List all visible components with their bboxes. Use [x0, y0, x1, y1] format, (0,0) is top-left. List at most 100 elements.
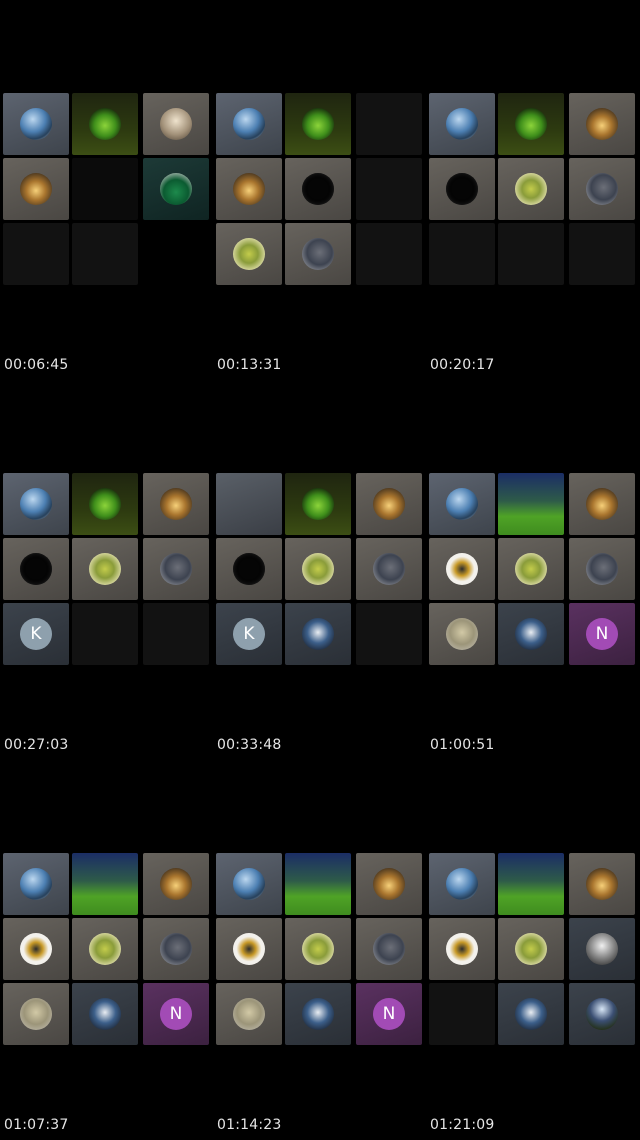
participant-tile[interactable]	[143, 918, 209, 980]
participant-tile[interactable]	[498, 603, 564, 665]
participant-tile[interactable]	[498, 983, 564, 1045]
participant-tile[interactable]	[216, 93, 282, 155]
participant-tile[interactable]	[498, 158, 564, 220]
participant-tile[interactable]	[285, 538, 351, 600]
participant-tile[interactable]: N	[143, 983, 209, 1045]
participant-tile[interactable]	[72, 473, 138, 535]
participant-tile[interactable]	[72, 538, 138, 600]
participant-avatar	[302, 933, 334, 965]
participant-tile[interactable]	[356, 158, 422, 220]
participant-tile[interactable]	[429, 473, 495, 535]
participant-tile[interactable]: K	[216, 603, 282, 665]
participant-tile[interactable]	[429, 538, 495, 600]
participant-tile[interactable]	[3, 538, 69, 600]
participant-tile[interactable]: N	[356, 983, 422, 1045]
participant-tile[interactable]	[72, 918, 138, 980]
participant-tile[interactable]	[569, 918, 635, 980]
participant-tile[interactable]	[3, 983, 69, 1045]
participant-tile[interactable]	[3, 93, 69, 155]
participant-tile[interactable]	[429, 918, 495, 980]
call-grid-snapshot: K 00:33:48	[216, 380, 426, 760]
participant-tile[interactable]	[569, 538, 635, 600]
participant-tile[interactable]	[216, 853, 282, 915]
participant-tile[interactable]	[356, 223, 422, 285]
participant-tile[interactable]	[143, 538, 209, 600]
participant-tile[interactable]	[72, 223, 138, 285]
participant-tile[interactable]	[429, 158, 495, 220]
participant-tile[interactable]	[569, 853, 635, 915]
participant-tile[interactable]	[3, 223, 69, 285]
participant-avatar	[446, 173, 478, 205]
participant-tile[interactable]	[3, 918, 69, 980]
participant-tile[interactable]	[72, 158, 138, 220]
participant-tile[interactable]	[216, 983, 282, 1045]
participant-tile[interactable]	[356, 538, 422, 600]
participant-tile[interactable]: N	[569, 603, 635, 665]
participant-tile[interactable]	[143, 473, 209, 535]
participant-tile[interactable]	[143, 603, 209, 665]
participant-avatar	[373, 868, 405, 900]
participant-tile[interactable]	[429, 603, 495, 665]
participant-tile[interactable]	[216, 918, 282, 980]
participant-tile[interactable]: K	[3, 603, 69, 665]
participant-tile[interactable]	[356, 473, 422, 535]
timestamp-label: 01:07:37	[4, 1117, 69, 1133]
avatar-initial: N	[382, 1004, 396, 1024]
timestamp-label: 00:20:17	[430, 357, 495, 373]
participant-tile[interactable]	[285, 983, 351, 1045]
participant-avatar	[373, 933, 405, 965]
participant-tile[interactable]	[285, 158, 351, 220]
timestamp-label: 00:06:45	[4, 357, 69, 373]
participant-tile[interactable]	[143, 853, 209, 915]
call-grid-snapshot: 00:13:31	[216, 0, 426, 380]
participant-tile[interactable]	[498, 223, 564, 285]
participant-avatar	[233, 998, 265, 1030]
participant-tile[interactable]	[3, 853, 69, 915]
participant-avatar	[20, 868, 52, 900]
participant-tile[interactable]	[569, 473, 635, 535]
participant-tile[interactable]	[216, 538, 282, 600]
participant-tile[interactable]	[356, 93, 422, 155]
participant-tile[interactable]	[285, 93, 351, 155]
participant-tile[interactable]	[429, 223, 495, 285]
participant-tile[interactable]	[72, 853, 138, 915]
participant-avatar: N	[160, 998, 192, 1030]
participant-tile[interactable]	[356, 918, 422, 980]
participant-tile[interactable]	[72, 983, 138, 1045]
participant-tile[interactable]	[498, 93, 564, 155]
participant-tile[interactable]	[569, 158, 635, 220]
participant-tile[interactable]	[429, 93, 495, 155]
participant-tile[interactable]	[72, 93, 138, 155]
call-grid-snapshot: 00:20:17	[429, 0, 639, 380]
participant-tile[interactable]	[216, 223, 282, 285]
participant-tile[interactable]	[3, 158, 69, 220]
participant-tile[interactable]	[498, 473, 564, 535]
participant-tile[interactable]	[143, 93, 209, 155]
participant-tile[interactable]	[429, 853, 495, 915]
participant-tile[interactable]	[285, 918, 351, 980]
participant-tile[interactable]	[285, 223, 351, 285]
participant-tile[interactable]	[3, 473, 69, 535]
participant-tile[interactable]	[498, 853, 564, 915]
participant-tile[interactable]	[569, 983, 635, 1045]
participant-tile[interactable]	[356, 603, 422, 665]
participant-tile[interactable]	[498, 538, 564, 600]
participant-tile[interactable]	[569, 223, 635, 285]
participant-tile[interactable]	[356, 853, 422, 915]
participant-tile[interactable]	[285, 853, 351, 915]
participant-tile[interactable]	[72, 603, 138, 665]
participant-tile[interactable]	[216, 473, 282, 535]
participant-tile[interactable]	[569, 93, 635, 155]
participant-avatar	[20, 173, 52, 205]
participant-tile[interactable]	[143, 158, 209, 220]
participant-tile[interactable]	[498, 918, 564, 980]
participant-tile[interactable]	[285, 473, 351, 535]
participant-avatar	[20, 998, 52, 1030]
participant-tile[interactable]	[429, 983, 495, 1045]
participant-tile[interactable]	[216, 158, 282, 220]
participant-tile[interactable]	[285, 603, 351, 665]
participant-avatar	[160, 173, 192, 205]
avatar-initial: N	[595, 624, 609, 644]
participant-avatar	[302, 488, 334, 520]
participant-avatar: K	[233, 618, 265, 650]
